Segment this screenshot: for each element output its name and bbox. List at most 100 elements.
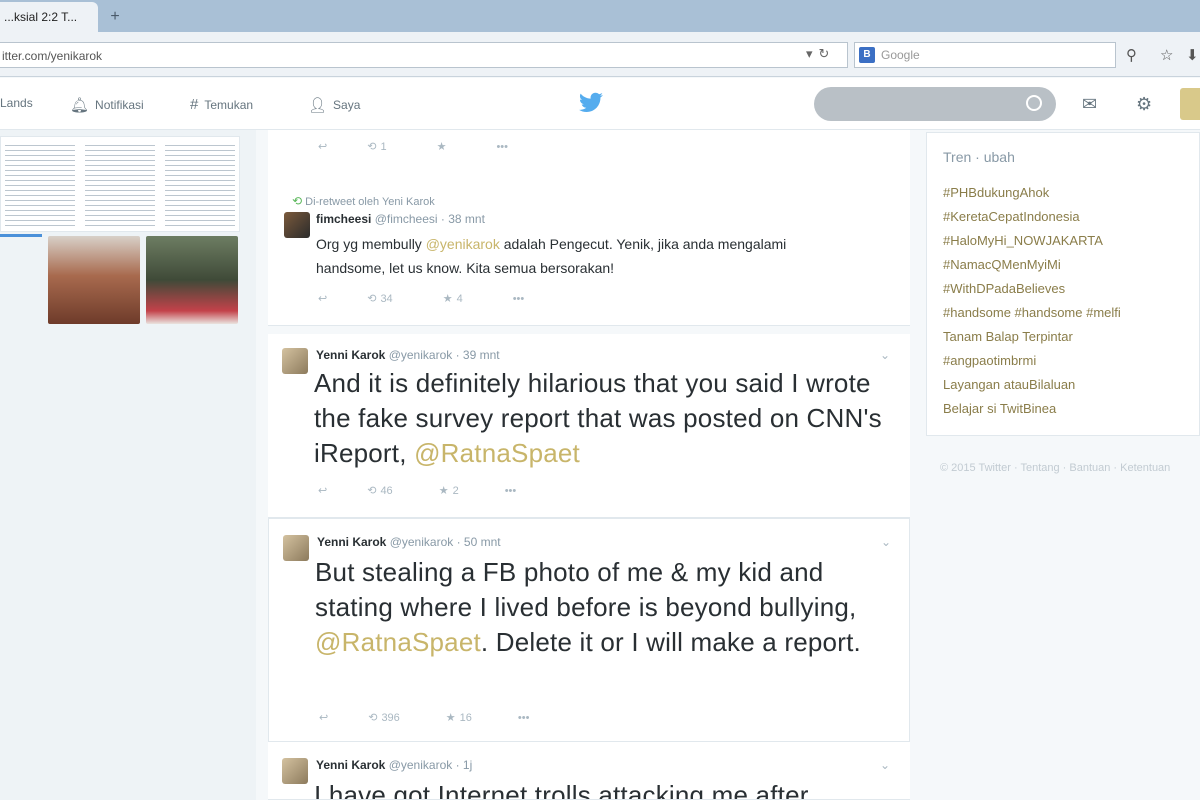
- document-page-thumbnail: [85, 141, 155, 229]
- tweet-author-handle[interactable]: @yenikarok: [390, 535, 454, 549]
- trend-item[interactable]: #NamacQMenMyiMi: [943, 257, 1061, 272]
- browser-search-input[interactable]: B Google: [854, 42, 1116, 68]
- twitter-topbar: Lands 🔔︎ Notifikasi # Temukan 👤︎ Saya ✉ …: [0, 78, 1200, 130]
- avatar[interactable]: [282, 758, 308, 784]
- tweet[interactable]: Yenni Karok @yenikarok · 39 mnt ⌄ And it…: [268, 334, 910, 518]
- tweet-time[interactable]: 38 mnt: [448, 212, 485, 226]
- bell-icon: 🔔︎: [70, 97, 90, 114]
- trend-item[interactable]: Tanam Balap Terpintar: [943, 329, 1073, 344]
- search-icon[interactable]: ⚲: [1126, 46, 1137, 64]
- tweet-author-handle[interactable]: @fimcheesi: [375, 212, 438, 226]
- browser-navbar: itter.com/yenikarok ▾↻ B Google ⚲ ☆ ⬇: [0, 32, 1200, 77]
- trend-item[interactable]: #KeretaCepatIndonesia: [943, 209, 1080, 224]
- document-thumbnails[interactable]: [0, 136, 240, 232]
- document-page-thumbnail: [5, 141, 75, 229]
- retweet-icon[interactable]: ⟲: [367, 292, 376, 305]
- photo-thumbnail[interactable]: [146, 236, 238, 324]
- trends-title[interactable]: Tren · ubah: [943, 149, 1015, 165]
- tweet-text: Org yg membully @yenikarok adalah Pengec…: [316, 232, 856, 280]
- like-icon[interactable]: ★: [437, 140, 447, 153]
- like-icon[interactable]: ★: [443, 292, 453, 305]
- tweet-author-name[interactable]: fimcheesi: [316, 212, 371, 226]
- document-page-thumbnail: [165, 141, 235, 229]
- browser-tab-title: ...ksial 2:2 T...: [4, 10, 78, 24]
- settings-icon[interactable]: ⚙: [1136, 94, 1152, 115]
- tweet-time[interactable]: 50 mnt: [464, 535, 501, 549]
- reply-icon[interactable]: ↩: [318, 292, 327, 305]
- more-icon[interactable]: •••: [518, 712, 530, 724]
- left-column: [0, 130, 256, 800]
- hashtag-icon: #: [190, 96, 199, 113]
- search-icon[interactable]: [1026, 95, 1042, 111]
- like-icon[interactable]: ★: [439, 484, 449, 497]
- footer-links[interactable]: © 2015 Twitter · Tentang · Bantuan · Ket…: [940, 460, 1180, 476]
- url-text: itter.com/yenikarok: [2, 49, 103, 63]
- messages-icon[interactable]: ✉: [1082, 94, 1097, 115]
- trend-item[interactable]: Belajar si TwitBinea: [943, 401, 1056, 416]
- more-icon[interactable]: •••: [505, 485, 517, 497]
- nav-discover[interactable]: # Temukan: [190, 96, 253, 113]
- more-icon[interactable]: •••: [513, 293, 525, 305]
- dropdown-icon[interactable]: ▾: [806, 46, 819, 61]
- retweet-icon[interactable]: ⟲: [368, 711, 377, 724]
- download-icon[interactable]: ⬇: [1186, 46, 1199, 64]
- nav-home-label: Lands: [0, 96, 33, 110]
- trend-item[interactable]: #HaloMyHi_NOWJAKARTA: [943, 233, 1103, 248]
- trend-item[interactable]: #WithDPadaBelieves: [943, 281, 1065, 296]
- trend-item[interactable]: Layangan atauBilaluan: [943, 377, 1075, 392]
- new-tab-button[interactable]: +: [104, 6, 126, 28]
- tweet-author-handle[interactable]: @yenikarok: [389, 758, 453, 772]
- chevron-down-icon[interactable]: ⌄: [880, 348, 890, 362]
- reload-icon[interactable]: ↻: [819, 46, 836, 61]
- tweet-mention[interactable]: @yenikarok: [426, 236, 500, 252]
- tweet-actions: ↩ ⟲ 396 ★ 16 •••: [319, 711, 530, 725]
- tweet-actions: ↩ ⟲ 1 ★ •••: [318, 140, 508, 154]
- like-count: 16: [459, 711, 472, 724]
- search-engine-icon[interactable]: B: [859, 47, 875, 63]
- nav-notifications[interactable]: 🔔︎ Notifikasi: [70, 96, 144, 114]
- twitter-search-input[interactable]: [814, 87, 1056, 121]
- tweet-mention[interactable]: @RatnaSpaet: [414, 438, 580, 468]
- trend-item[interactable]: #handsome #handsome #melfi: [943, 305, 1121, 320]
- reply-icon[interactable]: ↩: [319, 711, 328, 724]
- tweet-compose-button[interactable]: [1180, 88, 1200, 120]
- reply-icon[interactable]: ↩: [318, 484, 327, 497]
- tweet-text: And it is definitely hilarious that you …: [314, 366, 884, 471]
- trend-item[interactable]: #PHBdukungAhok: [943, 185, 1049, 200]
- chevron-down-icon[interactable]: ⌄: [881, 535, 891, 549]
- tweet-time[interactable]: 1j: [463, 758, 472, 772]
- reply-icon[interactable]: ↩: [318, 140, 327, 153]
- tweet[interactable]: Yenni Karok @yenikarok · 1j ⌄ I have got…: [268, 742, 910, 800]
- avatar[interactable]: [283, 535, 309, 561]
- photo-thumbnail[interactable]: [48, 236, 140, 324]
- browser-tab[interactable]: ...ksial 2:2 T...: [0, 2, 98, 32]
- url-bar[interactable]: itter.com/yenikarok: [0, 42, 848, 68]
- star-icon[interactable]: ☆: [1160, 46, 1173, 64]
- tweet-text: I have got Internet trolls attacking me …: [314, 778, 894, 799]
- tweet-author-name[interactable]: Yenni Karok: [317, 535, 386, 549]
- tweet-mention[interactable]: @RatnaSpaet: [315, 627, 481, 657]
- retweet-count: 46: [380, 484, 393, 497]
- tweet-author-name[interactable]: Yenni Karok: [316, 348, 385, 362]
- tweet-header: Yenni Karok @yenikarok · 39 mnt: [316, 348, 500, 362]
- trends-panel: Tren · ubah #PHBdukungAhok #KeretaCepatI…: [926, 132, 1200, 436]
- retweet-icon[interactable]: ⟲: [367, 140, 376, 153]
- retweet-count: 34: [380, 292, 393, 305]
- retweeted-tweet[interactable]: ↩ ⟲ 1 ★ ••• ⟲ Di-retweet oleh Yeni Karok…: [268, 130, 910, 326]
- trend-item[interactable]: #angpaotimbrmi: [943, 353, 1036, 368]
- avatar[interactable]: [282, 348, 308, 374]
- nav-home[interactable]: Lands: [0, 96, 33, 110]
- nav-me[interactable]: 👤︎ Saya: [308, 96, 360, 114]
- tweet-header: Yenni Karok @yenikarok · 1j: [316, 758, 473, 772]
- chevron-down-icon[interactable]: ⌄: [880, 758, 890, 772]
- retweet-icon[interactable]: ⟲: [367, 484, 376, 497]
- tweet-author-name[interactable]: Yenni Karok: [316, 758, 385, 772]
- like-icon[interactable]: ★: [446, 711, 456, 724]
- twitter-bird-icon[interactable]: [578, 90, 604, 116]
- tweet-time[interactable]: 39 mnt: [463, 348, 500, 362]
- avatar[interactable]: [284, 212, 310, 238]
- tweet-text: But stealing a FB photo of me & my kid a…: [315, 555, 895, 660]
- tweet[interactable]: Yenni Karok @yenikarok · 50 mnt ⌄ But st…: [268, 518, 910, 742]
- tweet-author-handle[interactable]: @yenikarok: [389, 348, 453, 362]
- more-icon[interactable]: •••: [496, 141, 508, 153]
